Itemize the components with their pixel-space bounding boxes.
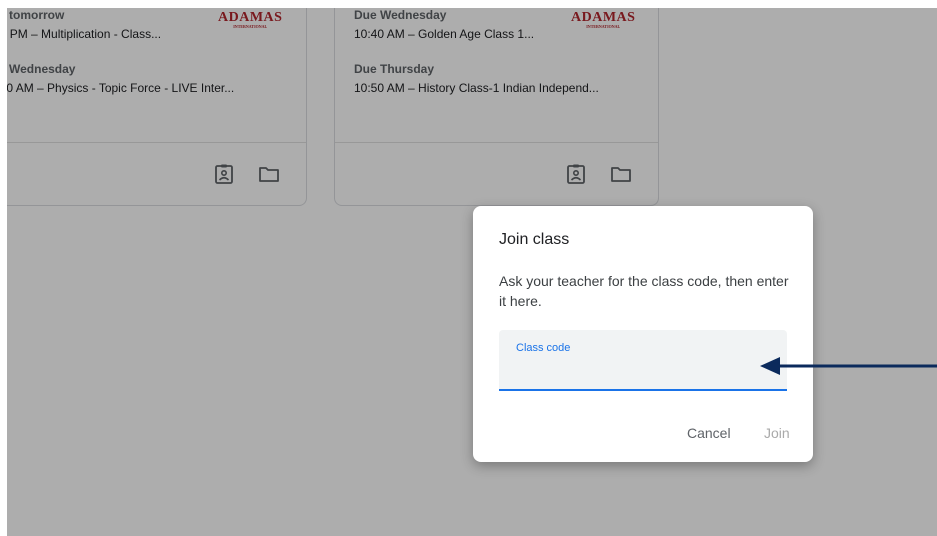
class-code-input[interactable]	[515, 360, 769, 384]
class-code-label: Class code	[516, 342, 571, 354]
dialog-description: Ask your teacher for the class code, the…	[499, 273, 789, 309]
arrow-left-icon	[760, 357, 937, 375]
join-button[interactable]: Join	[764, 425, 790, 441]
cancel-button[interactable]: Cancel	[687, 425, 731, 441]
join-class-dialog: Join class Ask your teacher for the clas…	[473, 206, 813, 462]
dialog-title: Join class	[499, 231, 570, 248]
class-code-field[interactable]: Class code	[499, 330, 787, 391]
